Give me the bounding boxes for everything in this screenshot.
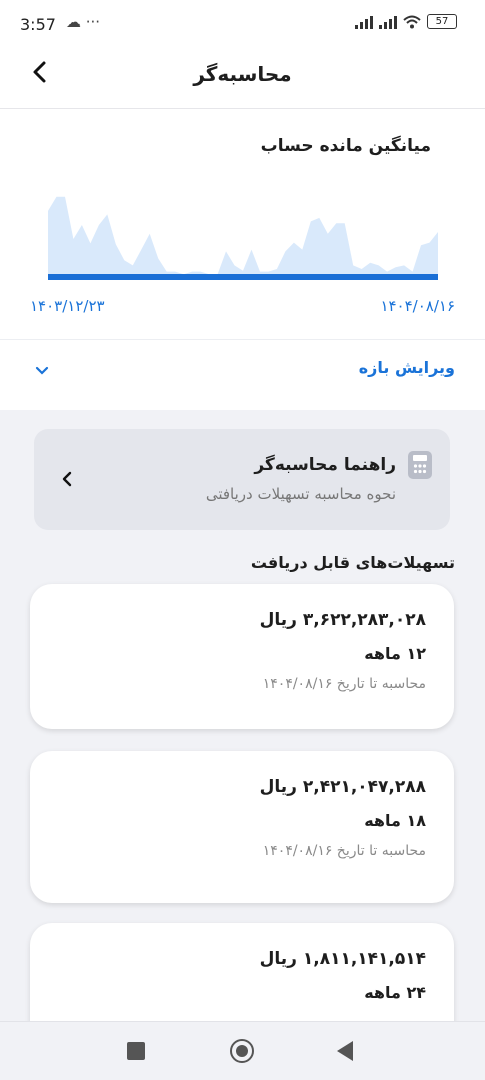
chart-date-start: ۱۴۰۳/۱۲/۲۳ xyxy=(30,297,105,315)
edit-range-label: ویرایش بازه xyxy=(358,358,455,377)
loan-term: ۱۸ ماهه xyxy=(364,811,426,830)
battery-icon: 57 xyxy=(427,14,457,29)
guide-subtitle: نحوه محاسبه تسهیلات دریافتی xyxy=(205,485,396,503)
chart-area-series xyxy=(48,196,438,276)
balance-chart-card: میانگین مانده حساب ۱۴۰۳/۱۲/۲۳ ۱۴۰۴/۰۸/۱۶ xyxy=(0,109,485,339)
loan-amount: ۱,۸۱۱,۱۴۱,۵۱۴ ریال xyxy=(259,949,426,969)
status-bar: 3:57 ☁ ··· 57 xyxy=(0,0,485,40)
chart-title: میانگین مانده حساب xyxy=(260,136,431,156)
wifi-icon xyxy=(403,15,421,28)
chevron-down-icon xyxy=(35,366,49,375)
signal-icon xyxy=(379,15,397,29)
edit-range-row[interactable]: ویرایش بازه xyxy=(0,339,485,410)
loan-amount: ۲,۴۲۱,۰۴۷,۲۸۸ ریال xyxy=(259,777,426,797)
signal-icon xyxy=(355,15,373,29)
calculator-guide-card[interactable]: راهنما محاسبه‌گر نحوه محاسبه تسهیلات دری… xyxy=(34,429,450,530)
balance-chart xyxy=(48,196,438,280)
loan-calc-date: محاسبه تا تاریخ ۱۴۰۴/۰۸/۱۶ xyxy=(262,676,426,692)
loan-term: ۲۴ ماهه xyxy=(364,983,426,1002)
recent-apps-icon[interactable] xyxy=(127,1042,145,1060)
loan-amount: ۳,۶۲۲,۲۸۳,۰۲۸ ریال xyxy=(259,610,426,630)
system-nav-bar xyxy=(0,1021,485,1080)
loan-card[interactable]: ۲,۴۲۱,۰۴۷,۲۸۸ ریال ۱۸ ماهه محاسبه تا تار… xyxy=(30,751,454,903)
nav-back-icon[interactable] xyxy=(337,1041,353,1061)
home-icon[interactable] xyxy=(230,1039,254,1063)
chart-date-end: ۱۴۰۴/۰۸/۱۶ xyxy=(380,297,455,315)
calculator-icon xyxy=(408,451,432,479)
facilities-section-title: تسهیلات‌های قابل دریافت xyxy=(250,553,455,572)
loan-term: ۱۲ ماهه xyxy=(364,644,426,663)
chart-range-bar xyxy=(48,274,438,280)
guide-title: راهنما محاسبه‌گر xyxy=(254,455,396,475)
loan-calc-date: محاسبه تا تاریخ ۱۴۰۴/۰۸/۱۶ xyxy=(262,843,426,859)
status-time: 3:57 xyxy=(20,15,56,34)
loan-card[interactable]: ۳,۶۲۲,۲۸۳,۰۲۸ ریال ۱۲ ماهه محاسبه تا تار… xyxy=(30,584,454,729)
status-icons: 57 xyxy=(355,14,457,29)
page-title: محاسبه‌گر xyxy=(193,62,292,86)
chevron-left-icon xyxy=(62,471,72,487)
notification-icons: ☁ ··· xyxy=(66,13,101,31)
app-bar: محاسبه‌گر xyxy=(0,40,485,109)
